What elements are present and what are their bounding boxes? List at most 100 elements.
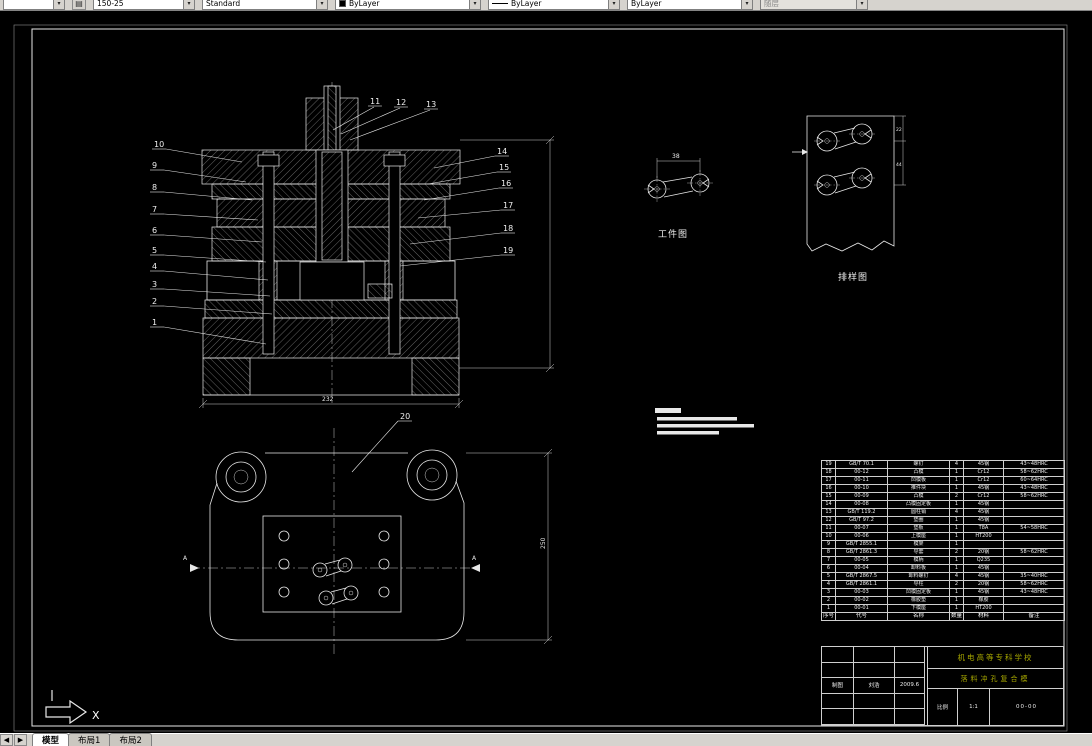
table-row: 17 00-11 凹模板 1 Cr12 60~64HRC: [821, 476, 1065, 485]
svg-text:19: 19: [503, 246, 513, 255]
svg-text:5: 5: [152, 246, 157, 255]
table-row: 15 00-09 凸模 2 Cr12 58~62HRC: [821, 492, 1065, 501]
ucs-icon: X: [45, 690, 100, 725]
chevron-down-icon[interactable]: ▾: [183, 0, 194, 9]
svg-text:4: 4: [152, 262, 157, 271]
table-row: 11 00-07 垫板 1 T8A 54~58HRC: [821, 524, 1065, 533]
tab-nav-next-icon[interactable]: ▶: [14, 734, 27, 746]
svg-text:17: 17: [503, 201, 513, 210]
svg-text:20: 20: [400, 412, 410, 421]
plotstyle-value: 随层: [764, 0, 779, 8]
svg-text:16: 16: [501, 179, 511, 188]
sig-grid: 制图 刘浩 2009.6: [822, 647, 927, 725]
svg-text:9: 9: [152, 161, 157, 170]
scale-value: 1:1: [958, 689, 990, 725]
drawing-number: 00-00: [1016, 704, 1037, 710]
chevron-down-icon[interactable]: ▾: [53, 0, 64, 9]
dimstyle-combo[interactable]: 150-25 ▾: [93, 0, 195, 10]
assembly-section-view: 232: [198, 82, 555, 409]
top-toolbar: ▾ ▤ 150-25 ▾ Standard ▾ ByLayer ▾ ByLaye…: [0, 0, 1092, 11]
title-block-drawing-title: 落料冲孔复合模: [928, 669, 1063, 689]
table-row: 7 00-05 模柄 1 Q235: [821, 556, 1065, 565]
workpiece-label: 工件图: [658, 228, 688, 240]
table-row: 2 00-02 橡胶垫 1 橡胶: [821, 596, 1065, 605]
workpiece-view: 38 工件图: [644, 153, 713, 240]
svg-text:12: 12: [396, 98, 406, 107]
drawing-canvas[interactable]: 232 38 工件图 22 44 排样图 A A 250 X 10 9 8 7 …: [0, 11, 1092, 733]
table-row: 4 GB/T 2861.1 导柱 2 20钢 58~62HRC: [821, 580, 1065, 589]
tab-nav-prev-icon[interactable]: ◀: [0, 734, 13, 746]
title-block: 制图 刘浩 2009.6 机电高等专科学校 落料冲孔复合模 比例 1:1 00-00: [821, 646, 1064, 726]
svg-text:2: 2: [152, 297, 157, 306]
ucs-x-label: X: [92, 709, 100, 722]
dim-strip-edge: 22: [896, 127, 902, 133]
balloon-20: 20: [351, 412, 412, 473]
linetype-sample-icon: [492, 3, 508, 4]
layers-icon[interactable]: ▤: [72, 0, 86, 10]
sheet-frame: [13, 24, 1068, 732]
dimstyle-value: 150-25: [97, 0, 124, 8]
parts-list: 19 GB/T 70.1 螺钉 4 45钢 43~48HRC 18 00-12 凸模 1 Cr12 5…: [821, 460, 1065, 621]
svg-text:10: 10: [154, 140, 164, 149]
lineweight-combo[interactable]: ByLayer ▾: [627, 0, 753, 10]
svg-text:15: 15: [499, 163, 509, 172]
color-combo[interactable]: ByLayer ▾: [335, 0, 481, 10]
color-value: ByLayer: [349, 0, 380, 8]
textstyle-combo[interactable]: Standard ▾: [202, 0, 328, 10]
svg-text:13: 13: [426, 100, 436, 109]
title-block-right: 机电高等专科学校 落料冲孔复合模 比例 1:1 00-00: [927, 647, 1063, 725]
chevron-down-icon[interactable]: ▾: [741, 0, 752, 9]
linetype-combo[interactable]: ByLayer ▾: [488, 0, 620, 10]
textstyle-value: Standard: [206, 0, 241, 8]
dim-workpiece-width: 38: [672, 153, 680, 160]
linetype-value: ByLayer: [511, 0, 542, 8]
dim-plan-height: 250: [540, 537, 547, 549]
scale-label: 比例: [928, 689, 958, 725]
cad-drawing: 232 38 工件图 22 44 排样图 A A 250 X 109876543…: [13, 24, 1068, 732]
table-row: 9 GB/T 2855.1 模架 1: [821, 540, 1065, 549]
lineweight-value: ByLayer: [631, 0, 662, 8]
layout-tabs: 模型 布局1 布局2: [32, 733, 152, 746]
balloon-13: 13: [349, 100, 438, 141]
chevron-down-icon[interactable]: ▾: [608, 0, 619, 9]
table-row: 14 00-08 凸模固定板 1 45钢: [821, 500, 1065, 509]
table-row: 16 00-10 推件块 1 45钢 43~48HRC: [821, 484, 1065, 493]
strip-layout-view: 22 44 排样图: [792, 115, 906, 283]
chevron-down-icon[interactable]: ▾: [316, 0, 327, 9]
svg-text:3: 3: [152, 280, 157, 289]
tech-notes: [655, 408, 754, 435]
table-row: 1 00-01 下模座 1 HT200: [821, 604, 1065, 613]
balloon-4: 4: [150, 262, 269, 281]
table-row: 18 00-12 凸模 1 Cr12 58~62HRC: [821, 468, 1065, 477]
table-row: 6 00-04 卸料板 1 45钢: [821, 564, 1065, 573]
plan-view: A A 250: [183, 428, 553, 656]
table-row: 19 GB/T 70.1 螺钉 4 45钢 43~48HRC: [821, 460, 1065, 469]
parts-header-row: 序号 代号 名称 数量 材料 备注: [821, 612, 1065, 621]
layer-combo[interactable]: ▾: [3, 0, 65, 10]
svg-text:11: 11: [370, 97, 380, 106]
svg-text:18: 18: [503, 224, 513, 233]
svg-text:8: 8: [152, 183, 157, 192]
dim-section-width: 232: [322, 396, 334, 403]
dim-strip-pitch: 44: [896, 162, 902, 168]
color-swatch-icon: [339, 0, 346, 7]
section-mark-right: A: [472, 555, 477, 562]
tab-模型[interactable]: 模型: [32, 733, 70, 746]
strip-label: 排样图: [838, 271, 868, 283]
table-row: 13 GB/T 119.2 圆柱销 4 45钢: [821, 508, 1065, 517]
balloon-3: 3: [150, 280, 271, 297]
svg-text:1: 1: [152, 318, 157, 327]
chevron-down-icon: ▾: [856, 0, 867, 9]
table-row: 12 GB/T 97.2 垫圈 1 45钢: [821, 516, 1065, 525]
table-row: 5 GB/T 2867.5 卸料螺钉 4 45钢 35~40HRC: [821, 572, 1065, 581]
tab-布局1[interactable]: 布局1: [68, 733, 111, 746]
table-row: 3 00-03 凹模固定板 1 45钢 43~48HRC: [821, 588, 1065, 597]
section-mark-left: A: [183, 555, 188, 562]
table-row: 10 00-06 上模座 1 HT200: [821, 532, 1065, 541]
plotstyle-combo: 随层 ▾: [760, 0, 868, 10]
svg-text:14: 14: [497, 147, 507, 156]
chevron-down-icon[interactable]: ▾: [469, 0, 480, 9]
table-row: 8 GB/T 2861.3 导套 2 20钢 58~62HRC: [821, 548, 1065, 557]
tab-布局2[interactable]: 布局2: [109, 733, 152, 746]
parts-list-body: 19 GB/T 70.1 螺钉 4 45钢 43~48HRC 18 00-12 凸模 1 Cr12 5…: [821, 460, 1065, 621]
